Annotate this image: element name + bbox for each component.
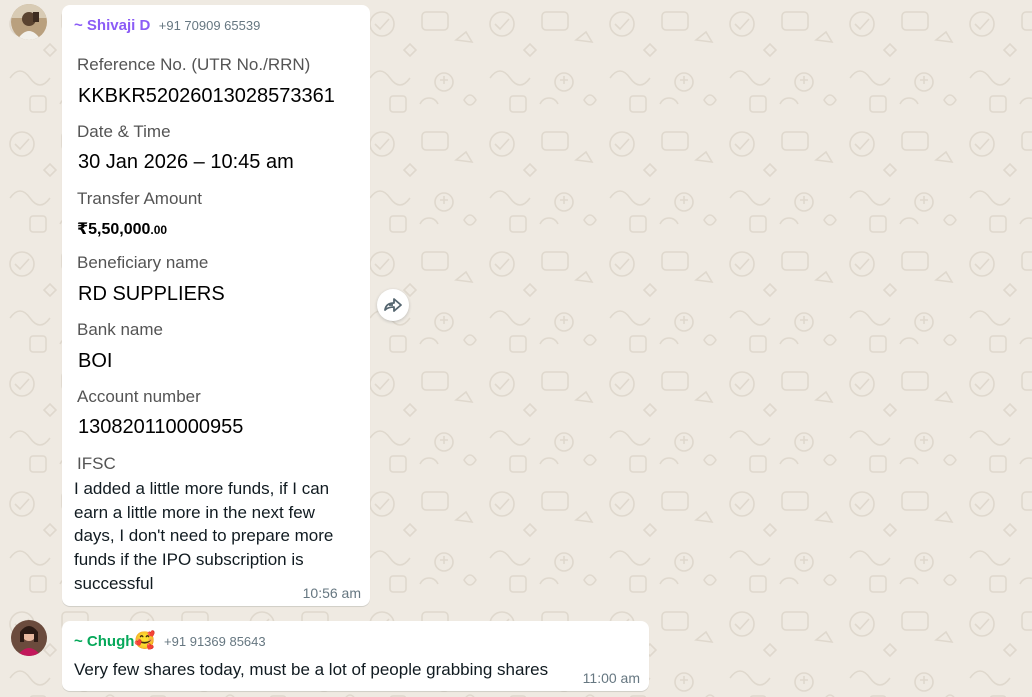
reference-value: KKBKR52026013028573361 <box>78 85 335 107</box>
forward-button[interactable] <box>377 289 409 321</box>
sender-name[interactable]: ~ Chugh <box>74 633 134 650</box>
smiling-face-with-hearts-emoji: 🥰 <box>134 631 156 651</box>
sender-header: ~ Chugh🥰 +91 91369 85643 <box>74 631 266 651</box>
caption-line: successful <box>74 573 154 593</box>
avatar-shivaji-image <box>11 4 47 40</box>
amount-main: ₹5,50,000 <box>77 221 151 238</box>
sender-phone: +91 91369 85643 <box>164 634 266 649</box>
account-label: Account number <box>77 387 201 406</box>
caption-line: days, I don't need to prepare more <box>74 526 334 546</box>
beneficiary-value: RD SUPPLIERS <box>78 283 225 305</box>
bank-value: BOI <box>78 350 113 372</box>
sender-avatar[interactable] <box>11 4 47 40</box>
amount-value: ₹5,50,000.00 <box>77 219 167 239</box>
sender-avatar[interactable] <box>11 620 47 656</box>
reference-label: Reference No. (UTR No./RRN) <box>77 55 311 74</box>
beneficiary-label: Beneficiary name <box>77 253 209 272</box>
message-caption: I added a little more funds, if I can ea… <box>74 477 333 596</box>
datetime-value: 30 Jan 2026 – 10:45 am <box>78 151 294 173</box>
message-timestamp: 11:00 am <box>582 670 640 686</box>
caption-line: I added a little more funds, if I can <box>74 479 330 498</box>
datetime-label: Date & Time <box>77 122 171 141</box>
payment-receipt-image[interactable]: Reference No. (UTR No./RRN) KKBKR5202601… <box>62 5 362 475</box>
amount-label: Transfer Amount <box>77 189 203 208</box>
avatar-chugh-image <box>11 620 47 656</box>
message-text: Very few shares today, must be a lot of … <box>74 660 549 679</box>
account-value: 130820110000955 <box>78 416 244 438</box>
forward-icon <box>384 298 402 312</box>
caption-line: funds if the IPO subscription is <box>74 550 304 570</box>
bank-label: Bank name <box>77 320 163 339</box>
ifsc-label: IFSC <box>77 454 116 473</box>
caption-line: earn a little more in the next few <box>74 502 315 522</box>
amount-paise: .00 <box>150 223 168 237</box>
message-bubble-text[interactable]: ~ Chugh🥰 +91 91369 85643 Very few shares… <box>62 621 649 691</box>
message-bubble-receipt[interactable]: ~ Shivaji D +91 70909 65539 Reference No… <box>62 5 370 606</box>
message-timestamp: 10:56 am <box>302 585 361 601</box>
